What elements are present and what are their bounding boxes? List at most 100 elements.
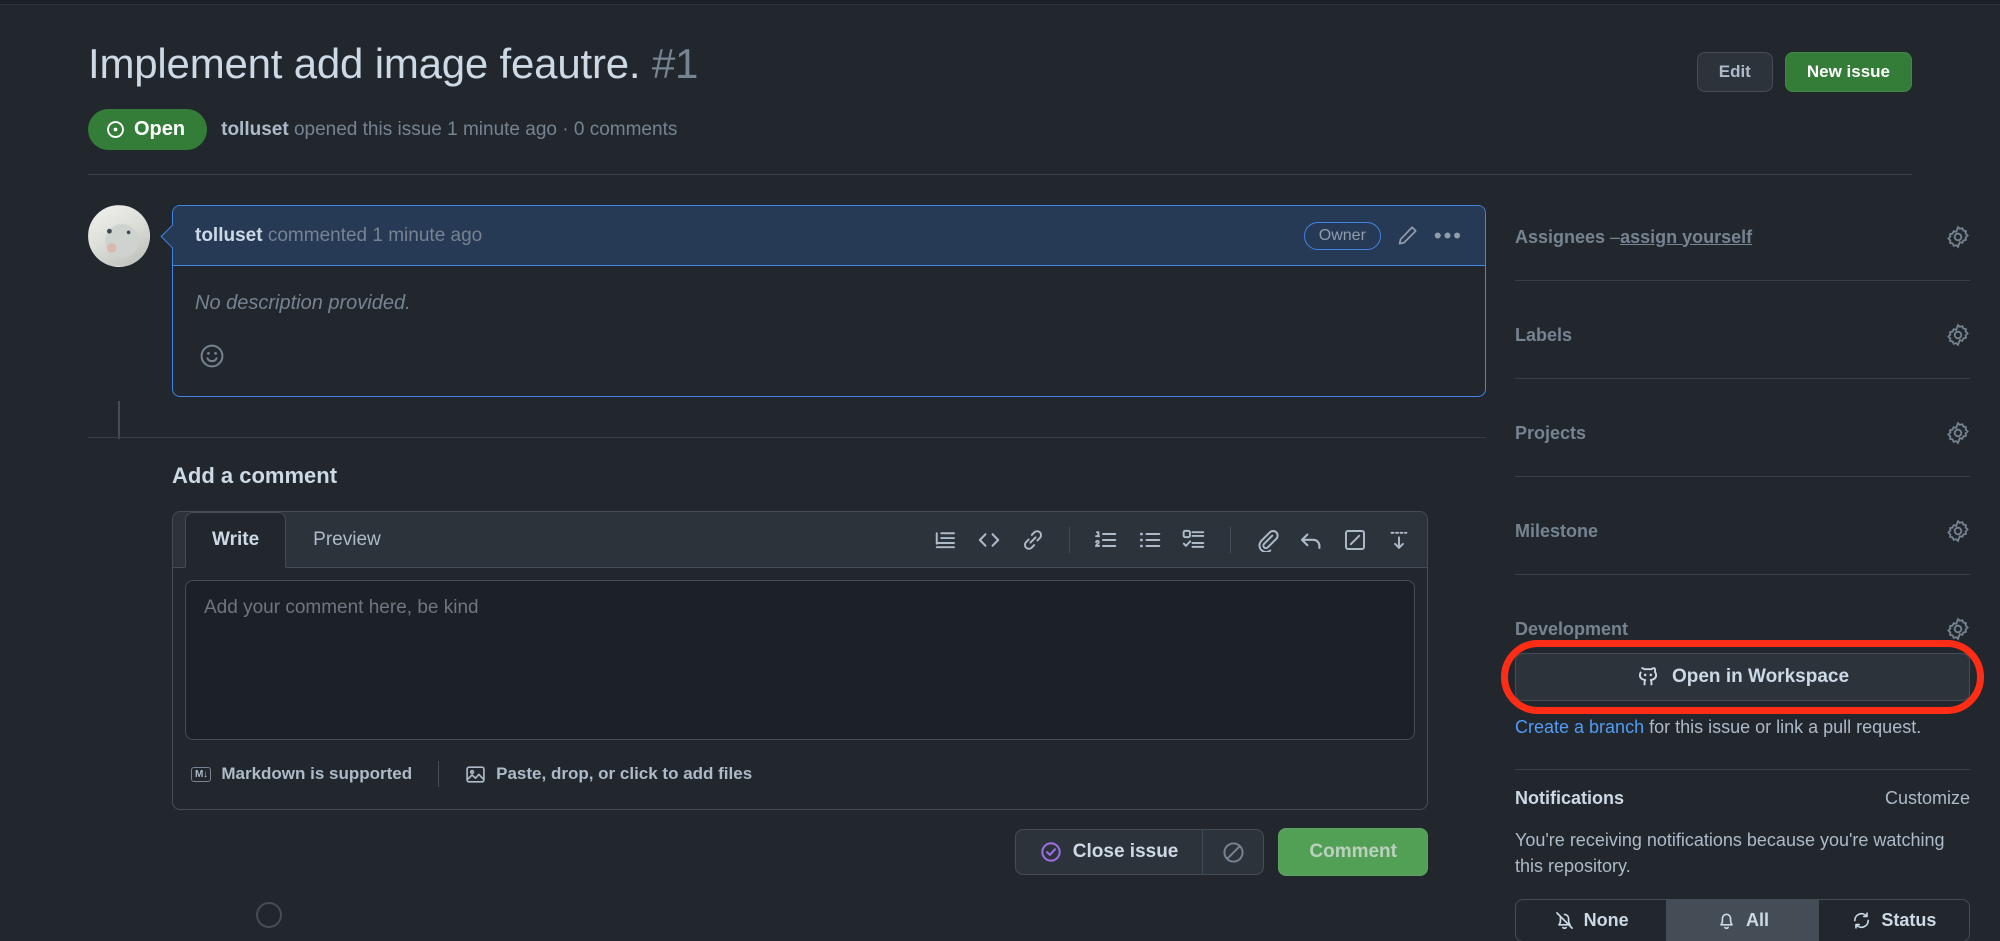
comment-author[interactable]: tolluset	[195, 225, 263, 246]
open-in-workspace-button[interactable]: Open in Workspace	[1515, 653, 1970, 701]
issue-page: Implement add image feautre. #1 Edit New…	[0, 5, 2000, 941]
issue-closed-icon	[1040, 841, 1062, 863]
reply-icon[interactable]	[1299, 528, 1323, 552]
codespaces-icon	[1636, 665, 1660, 689]
saved-reply-icon[interactable]	[1343, 528, 1367, 552]
page-title: Implement add image feautre. #1	[88, 38, 1697, 89]
sidebar-section-projects: Projects	[1515, 411, 1970, 477]
composer-area	[173, 568, 1427, 757]
labels-gear-icon[interactable]	[1946, 323, 1970, 347]
toolbar-separator-2	[1230, 526, 1231, 553]
image-icon	[465, 764, 486, 785]
comment-body: No description provided.	[173, 266, 1485, 396]
composer-tabbar: Write Preview	[173, 512, 1427, 568]
assignees-separator: –	[1605, 226, 1621, 247]
projects-gear-icon[interactable]	[1946, 421, 1970, 445]
milestone-gear-icon[interactable]	[1946, 519, 1970, 543]
add-comment-section: Add a comment Write Preview Add your com…	[88, 463, 1486, 928]
task-list-icon[interactable]	[1182, 528, 1206, 552]
notifications-segmented-control: None All Status	[1515, 899, 1970, 941]
attachment-icon[interactable]	[1255, 528, 1279, 552]
toolbar-separator	[1069, 526, 1070, 553]
markdown-supported-label: Markdown is supported	[221, 764, 413, 783]
submit-comment-button[interactable]: Comment	[1278, 828, 1428, 876]
create-a-branch-link[interactable]: Create a branch	[1515, 717, 1644, 737]
customize-notifications-link[interactable]: Customize	[1885, 788, 1970, 809]
owner-badge: Owner	[1303, 221, 1381, 250]
ordered-list-icon[interactable]	[1094, 528, 1118, 552]
avatar[interactable]	[88, 205, 150, 267]
comment-timeline-item: tolluset commented 1 minute ago Owner ••…	[88, 205, 1486, 397]
status-badge-label: Open	[134, 118, 186, 140]
markdown-toolbar	[933, 526, 1411, 553]
close-issue-split-button: Close issue	[1014, 829, 1265, 875]
issue-meta-row: Open tolluset opened this issue 1 minute…	[88, 109, 1912, 150]
sidebar-section-development: Development Open in Workspace Create a b…	[1501, 607, 1984, 770]
notifications-option-status-label: Status	[1881, 910, 1937, 931]
issue-meta-rest: opened this issue 1 minute ago · 0 comme…	[288, 118, 678, 140]
assign-yourself-link[interactable]: assign yourself	[1620, 227, 1752, 248]
tab-write[interactable]: Write	[185, 512, 287, 568]
comment-more-icon[interactable]: •••	[1434, 224, 1463, 246]
development-gear-icon[interactable]	[1946, 617, 1970, 641]
main-column: tolluset commented 1 minute ago Owner ••…	[88, 205, 1486, 941]
comment-timestamp: commented 1 minute ago	[262, 224, 483, 246]
link-icon[interactable]	[1021, 528, 1045, 552]
assignees-label: Assignees –	[1515, 227, 1620, 248]
issue-header: Implement add image feautre. #1 Edit New…	[88, 5, 1912, 92]
markdown-icon: M↓	[191, 766, 212, 782]
hide-toolbar-icon[interactable]	[1387, 528, 1411, 552]
assignees-gear-icon[interactable]	[1946, 225, 1970, 249]
close-as-not-planned-button[interactable]	[1202, 829, 1265, 875]
sidebar: Assignees – assign yourself Labels Proje…	[1501, 205, 1984, 941]
tab-preview[interactable]: Preview	[286, 512, 408, 568]
notifications-option-status[interactable]: Status	[1819, 900, 1969, 941]
composer-actions: Close issue Comment	[172, 828, 1428, 876]
comment-input[interactable]	[185, 580, 1415, 740]
add-reaction-icon[interactable]	[195, 339, 229, 373]
bell-slash-icon	[1554, 910, 1575, 931]
notifications-option-all[interactable]: All	[1667, 900, 1819, 941]
status-badge: Open	[88, 109, 208, 150]
labels-row: Labels	[1515, 323, 1970, 347]
development-label: Development	[1515, 618, 1629, 639]
close-issue-button[interactable]: Close issue	[1014, 829, 1203, 875]
assignees-label-text: Assignees	[1515, 226, 1606, 247]
code-icon[interactable]	[977, 528, 1001, 552]
issue-author[interactable]: tolluset	[221, 119, 289, 140]
new-issue-button[interactable]: New issue	[1784, 52, 1912, 92]
timeline-next-item-icon	[256, 902, 282, 928]
notifications-row: Notifications Customize	[1515, 788, 1970, 809]
sidebar-section-assignees: Assignees – assign yourself	[1515, 215, 1970, 281]
projects-label: Projects	[1515, 422, 1587, 443]
timeline-divider	[88, 437, 1486, 438]
milestone-row: Milestone	[1515, 519, 1970, 543]
close-issue-label: Close issue	[1072, 841, 1179, 862]
assignees-row: Assignees – assign yourself	[1515, 225, 1970, 249]
sidebar-section-milestone: Milestone	[1515, 509, 1970, 575]
notifications-option-none[interactable]: None	[1516, 900, 1668, 941]
edit-comment-icon[interactable]	[1397, 225, 1418, 246]
notifications-option-all-label: All	[1745, 910, 1769, 931]
sidebar-section-labels: Labels	[1515, 313, 1970, 379]
edit-button[interactable]: Edit	[1696, 52, 1773, 92]
issue-body-grid: tolluset commented 1 minute ago Owner ••…	[88, 205, 1984, 941]
issue-title-text: Implement add image feautre.	[88, 40, 641, 87]
blockquote-icon[interactable]	[933, 528, 957, 552]
development-note-rest: for this issue or link a pull request.	[1644, 717, 1922, 737]
comment-card: tolluset commented 1 minute ago Owner ••…	[172, 205, 1486, 397]
comment-author-line: tolluset commented 1 minute ago	[195, 225, 482, 247]
sidebar-section-notifications: Notifications Customize You're receiving…	[1515, 770, 1970, 941]
development-row: Development	[1515, 617, 1970, 641]
add-comment-heading: Add a comment	[172, 463, 338, 488]
markdown-supported-note[interactable]: M↓ Markdown is supported	[191, 764, 412, 784]
add-files-button[interactable]: Paste, drop, or click to add files	[465, 764, 752, 785]
notifications-label: Notifications	[1515, 788, 1625, 808]
unordered-list-icon[interactable]	[1138, 528, 1162, 552]
header-divider	[88, 174, 1912, 175]
open-in-workspace-label: Open in Workspace	[1671, 666, 1850, 687]
notifications-option-none-label: None	[1583, 910, 1629, 931]
